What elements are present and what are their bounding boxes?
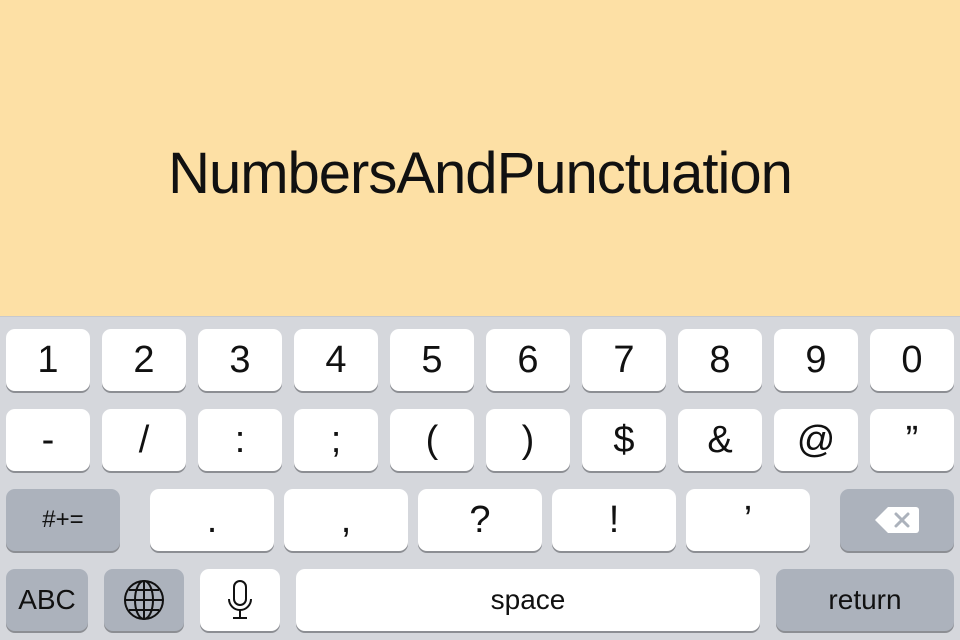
dictation-button[interactable]	[200, 569, 280, 631]
delete-button[interactable]	[840, 489, 954, 551]
key-exclamation[interactable]: !	[552, 489, 676, 551]
key-0[interactable]: 0	[870, 329, 954, 391]
key-question[interactable]: ?	[418, 489, 542, 551]
key-close-paren[interactable]: )	[486, 409, 570, 471]
key-2[interactable]: 2	[102, 329, 186, 391]
symbols-toggle-button[interactable]: #+=	[6, 489, 120, 551]
globe-button[interactable]	[104, 569, 184, 631]
keyboard-type-title: NumbersAndPunctuation	[168, 141, 793, 206]
key-semicolon[interactable]: ;	[294, 409, 378, 471]
key-8[interactable]: 8	[678, 329, 762, 391]
space-bar[interactable]: space	[296, 569, 760, 631]
globe-icon	[123, 579, 165, 621]
key-dollar[interactable]: $	[582, 409, 666, 471]
key-4[interactable]: 4	[294, 329, 378, 391]
backspace-icon	[874, 505, 920, 535]
key-quote[interactable]: ”	[870, 409, 954, 471]
key-hyphen[interactable]: -	[6, 409, 90, 471]
key-comma[interactable]: ,	[284, 489, 408, 551]
key-1[interactable]: 1	[6, 329, 90, 391]
key-open-paren[interactable]: (	[390, 409, 474, 471]
key-5[interactable]: 5	[390, 329, 474, 391]
abc-button[interactable]: ABC	[6, 569, 88, 631]
key-slash[interactable]: /	[102, 409, 186, 471]
key-ampersand[interactable]: &	[678, 409, 762, 471]
display-area: NumbersAndPunctuation	[0, 0, 960, 316]
key-6[interactable]: 6	[486, 329, 570, 391]
key-period[interactable]: .	[150, 489, 274, 551]
microphone-icon	[226, 579, 254, 621]
key-9[interactable]: 9	[774, 329, 858, 391]
keyboard: 1 2 3 4 5 6 7 8 9 0 - / : ; ( ) $ & @ ” …	[0, 316, 960, 640]
return-button[interactable]: return	[776, 569, 954, 631]
key-apostrophe[interactable]: ’	[686, 489, 810, 551]
key-at[interactable]: @	[774, 409, 858, 471]
key-colon[interactable]: :	[198, 409, 282, 471]
key-3[interactable]: 3	[198, 329, 282, 391]
key-7[interactable]: 7	[582, 329, 666, 391]
